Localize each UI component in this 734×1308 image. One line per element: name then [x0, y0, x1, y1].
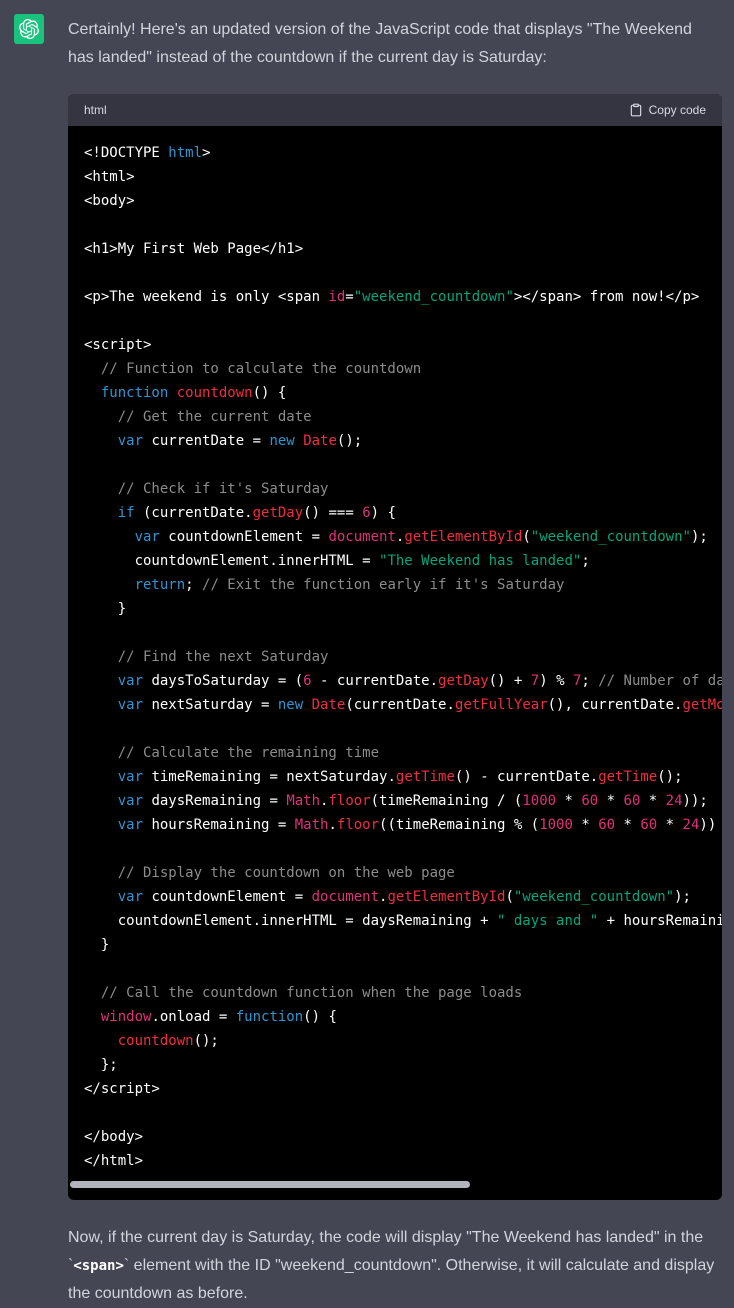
code-line: <body>: [84, 189, 706, 213]
code-line: if (currentDate.getDay() === 6) {: [84, 501, 706, 525]
code-line: <h1>My First Web Page</h1>: [84, 237, 706, 261]
code-line: </body>: [84, 1125, 706, 1149]
intro-paragraph: Certainly! Here's an updated version of …: [68, 16, 722, 72]
code-content[interactable]: <!DOCTYPE html><html><body> <h1>My First…: [68, 126, 722, 1173]
code-line: var timeRemaining = nextSaturday.getTime…: [84, 765, 706, 789]
code-line: };: [84, 1053, 706, 1077]
code-line: <script>: [84, 333, 706, 357]
code-line: // Calculate the remaining time: [84, 741, 706, 765]
code-line: countdownElement.innerHTML = daysRemaini…: [84, 909, 706, 933]
copy-code-label: Copy code: [649, 103, 706, 117]
code-line: return; // Exit the function early if it…: [84, 573, 706, 597]
code-line: // Find the next Saturday: [84, 645, 706, 669]
code-line: var daysRemaining = Math.floor(timeRemai…: [84, 789, 706, 813]
avatar: [14, 14, 44, 44]
code-line: <p>The weekend is only <span id="weekend…: [84, 285, 706, 309]
code-line: countdown();: [84, 1029, 706, 1053]
code-line: var currentDate = new Date();: [84, 429, 706, 453]
code-line: [84, 1101, 706, 1125]
language-label: html: [84, 101, 107, 119]
code-line: [84, 717, 706, 741]
copy-code-button[interactable]: Copy code: [629, 103, 706, 117]
code-line: function countdown() {: [84, 381, 706, 405]
code-header: html Copy code: [68, 94, 722, 126]
code-line: <!DOCTYPE html>: [84, 141, 706, 165]
code-line: // Check if it's Saturday: [84, 477, 706, 501]
code-line: // Function to calculate the countdown: [84, 357, 706, 381]
code-line: // Get the current date: [84, 405, 706, 429]
clipboard-icon: [629, 103, 643, 117]
code-line: var countdownElement = document.getEleme…: [84, 525, 706, 549]
code-line: var hoursRemaining = Math.floor((timeRem…: [84, 813, 706, 837]
assistant-message: Certainly! Here's an updated version of …: [0, 0, 734, 1308]
code-line: var countdownElement = document.getEleme…: [84, 885, 706, 909]
code-line: [84, 621, 706, 645]
code-line: // Call the countdown function when the …: [84, 981, 706, 1005]
outro-paragraph: Now, if the current day is Saturday, the…: [68, 1224, 722, 1308]
code-line: var daysToSaturday = (6 - currentDate.ge…: [84, 669, 706, 693]
horizontal-scrollbar: [70, 1181, 708, 1188]
code-line: }: [84, 933, 706, 957]
code-block: html Copy code <!DOCTYPE html><html><bod…: [68, 94, 722, 1200]
openai-logo-icon: [19, 19, 39, 39]
code-line: </script>: [84, 1077, 706, 1101]
code-line: [84, 453, 706, 477]
horizontal-scrollbar-thumb[interactable]: [70, 1181, 470, 1188]
code-line: countdownElement.innerHTML = "The Weeken…: [84, 549, 706, 573]
code-line: [84, 261, 706, 285]
code-line: </html>: [84, 1149, 706, 1173]
code-line: }: [84, 597, 706, 621]
code-line: var nextSaturday = new Date(currentDate.…: [84, 693, 706, 717]
code-line: [84, 309, 706, 333]
code-line: [84, 837, 706, 861]
code-line: // Display the countdown on the web page: [84, 861, 706, 885]
code-line: [84, 213, 706, 237]
message-content: Certainly! Here's an updated version of …: [68, 12, 722, 1308]
code-line: <html>: [84, 165, 706, 189]
code-line: [84, 957, 706, 981]
inline-code: <span>: [73, 1258, 124, 1274]
code-line: window.onload = function() {: [84, 1005, 706, 1029]
